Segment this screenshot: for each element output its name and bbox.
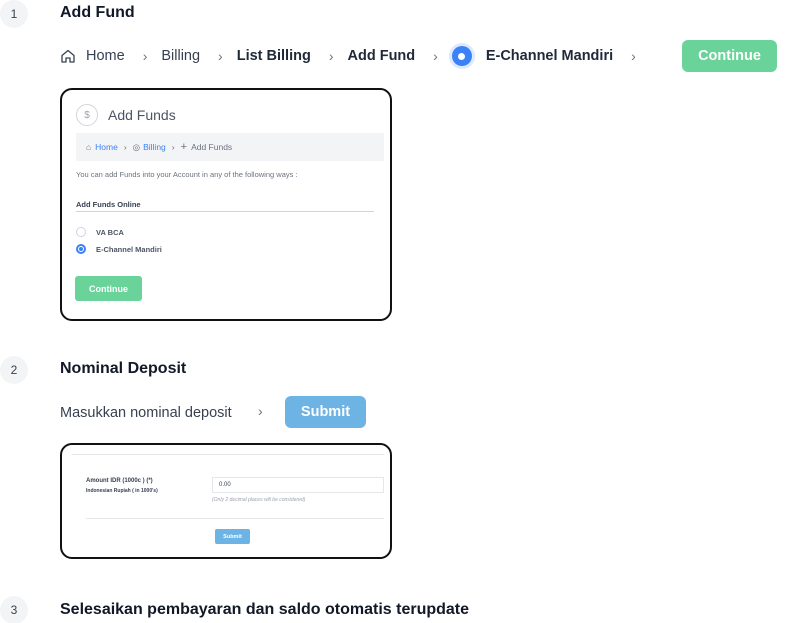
divider bbox=[72, 454, 384, 455]
option-e-channel-mandiri[interactable]: E-Channel Mandiri bbox=[76, 244, 162, 254]
chevron-right-icon: › bbox=[142, 48, 148, 64]
breadcrumb-add-fund[interactable]: Add Fund bbox=[348, 48, 416, 64]
deposit-instruction: Masukkan nominal deposit bbox=[60, 404, 232, 421]
option-va-bca[interactable]: VA BCA bbox=[76, 227, 124, 237]
home-icon: ⌂ bbox=[86, 142, 92, 152]
amount-label: Amount IDR (1000c ) (*) bbox=[86, 478, 153, 484]
add-funds-intro: You can add Funds into your Account in a… bbox=[76, 170, 298, 179]
breadcrumb-home[interactable]: Home bbox=[60, 48, 125, 64]
funds-icon: $ bbox=[76, 104, 98, 126]
breadcrumb-list-billing[interactable]: List Billing bbox=[237, 48, 311, 64]
breadcrumb: Home › Billing › List Billing › Add Fund… bbox=[60, 40, 650, 72]
panel-submit-button[interactable]: Submit bbox=[215, 529, 250, 544]
option-label: E-Channel Mandiri bbox=[96, 244, 162, 254]
amount-hint: (Only 2 decimal places will be considere… bbox=[212, 497, 306, 503]
radio-unselected-icon[interactable] bbox=[76, 227, 86, 237]
amount-input[interactable]: 0.00 bbox=[212, 477, 384, 493]
radio-selected-icon[interactable] bbox=[76, 244, 86, 254]
step-number-3: 3 bbox=[0, 596, 28, 623]
add-funds-header: $ Add Funds bbox=[76, 104, 176, 126]
chevron-right-icon: › bbox=[218, 48, 223, 64]
step-number-2: 2 bbox=[0, 356, 28, 384]
step-title-3: Selesaikan pembayaran dan saldo otomatis… bbox=[60, 601, 470, 618]
chevron-right-icon: › bbox=[258, 403, 263, 419]
amount-sublabel: Indonesian Rupiah ( in 1000's) bbox=[86, 488, 158, 494]
continue-button[interactable]: Continue bbox=[682, 40, 777, 72]
breadcrumb-channel-label: E-Channel Mandiri bbox=[485, 48, 614, 64]
panel-breadcrumb-billing[interactable]: Billing bbox=[143, 142, 166, 152]
chevron-right-icon: › bbox=[123, 142, 127, 152]
billing-icon: ◎ bbox=[132, 141, 141, 152]
radio-selected-icon bbox=[451, 46, 472, 66]
divider bbox=[86, 518, 384, 519]
add-funds-screenshot: $ Add Funds ⌂ Home › ◎ Billing › + Add F… bbox=[60, 88, 392, 321]
submit-button[interactable]: Submit bbox=[285, 396, 366, 428]
divider bbox=[76, 211, 374, 212]
chevron-right-icon: › bbox=[631, 48, 636, 64]
chevron-right-icon: › bbox=[328, 48, 334, 64]
add-funds-breadcrumb: ⌂ Home › ◎ Billing › + Add Funds bbox=[76, 133, 384, 161]
panel-breadcrumb-home[interactable]: Home bbox=[95, 142, 118, 152]
panel-continue-button[interactable]: Continue bbox=[75, 276, 142, 301]
chevron-right-icon: › bbox=[171, 142, 175, 152]
plus-icon: + bbox=[180, 141, 188, 153]
breadcrumb-channel[interactable]: E-Channel Mandiri bbox=[451, 46, 614, 66]
breadcrumb-home-label: Home bbox=[86, 48, 125, 64]
home-icon bbox=[61, 49, 75, 63]
option-label: VA BCA bbox=[96, 227, 124, 237]
add-funds-title: Add Funds bbox=[108, 107, 176, 123]
step-number-1: 1 bbox=[0, 0, 28, 28]
chevron-right-icon: › bbox=[433, 48, 438, 64]
step-title-2: Nominal Deposit bbox=[60, 360, 187, 377]
add-funds-section-title: Add Funds Online bbox=[76, 200, 141, 209]
breadcrumb-billing[interactable]: Billing bbox=[161, 48, 200, 64]
deposit-screenshot: Amount IDR (1000c ) (*) Indonesian Rupia… bbox=[60, 443, 392, 559]
step-title-1: Add Fund bbox=[60, 4, 135, 21]
panel-breadcrumb-current: Add Funds bbox=[191, 142, 233, 152]
